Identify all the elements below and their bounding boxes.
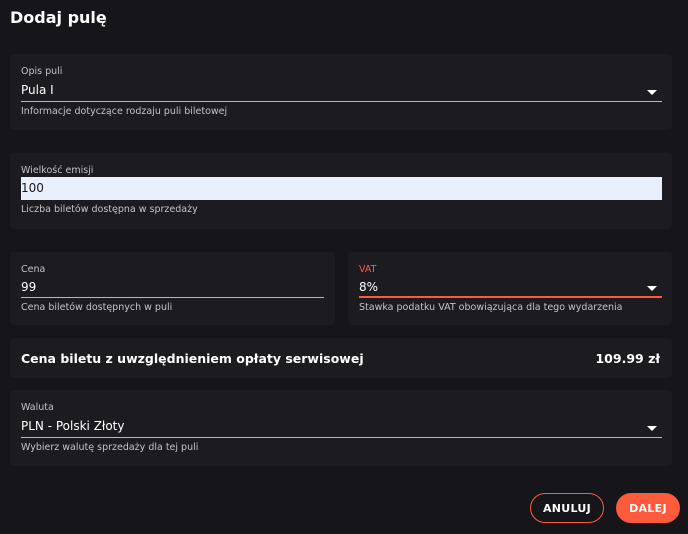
price-value: 99 xyxy=(21,280,37,294)
price-input[interactable]: 99 xyxy=(10,276,335,298)
emission-label: Wielkość emisji xyxy=(21,165,94,176)
cancel-button[interactable]: ANULUJ xyxy=(530,493,604,523)
pool-description-underline xyxy=(21,101,662,102)
emission-card: Wielkość emisji 100 Liczba biletów dostę… xyxy=(10,153,672,229)
emission-input[interactable]: 100 xyxy=(21,177,662,200)
currency-select[interactable]: PLN - Polski Złoty xyxy=(10,414,672,438)
vat-card: VAT 8% Stawka podatku VAT obowiązująca d… xyxy=(348,252,672,325)
currency-label: Waluta xyxy=(21,402,54,413)
pool-description-helper: Informacje dotyczące rodzaju puli bileto… xyxy=(21,106,228,117)
vat-label: VAT xyxy=(359,264,377,275)
price-card: Cena 99 Cena biletów dostępnych w puli xyxy=(10,252,335,325)
vat-value: 8% xyxy=(359,280,379,294)
chevron-down-icon xyxy=(647,426,657,431)
page-title: Dodaj pulę xyxy=(10,8,107,27)
price-underline xyxy=(21,297,324,298)
vat-helper: Stawka podatku VAT obowiązująca dla tego… xyxy=(359,302,623,313)
price-helper: Cena biletów dostępnych w puli xyxy=(21,302,173,313)
currency-card: Waluta PLN - Polski Złoty Wybierz walutę… xyxy=(10,390,672,466)
currency-underline xyxy=(21,437,662,438)
pool-description-select[interactable]: Pula I xyxy=(10,78,672,102)
next-button[interactable]: DALEJ xyxy=(616,493,680,523)
pool-description-label: Opis puli xyxy=(21,66,63,77)
emission-helper: Liczba biletów dostępna w sprzedaży xyxy=(21,204,198,215)
currency-helper: Wybierz walutę sprzedaży dla tej puli xyxy=(21,442,199,453)
service-fee-value: 109.99 zł xyxy=(595,351,660,366)
service-fee-label: Cena biletu z uwzględnieniem opłaty serw… xyxy=(21,351,364,366)
vat-select[interactable]: 8% xyxy=(348,276,672,298)
service-fee-summary: Cena biletu z uwzględnieniem opłaty serw… xyxy=(10,338,672,378)
pool-description-card: Opis puli Pula I Informacje dotyczące ro… xyxy=(10,54,672,130)
pool-description-value: Pula I xyxy=(21,83,54,97)
price-label: Cena xyxy=(21,264,46,275)
chevron-down-icon xyxy=(647,90,657,95)
currency-value: PLN - Polski Złoty xyxy=(21,419,125,433)
vat-underline xyxy=(359,296,662,298)
chevron-down-icon xyxy=(647,286,657,291)
